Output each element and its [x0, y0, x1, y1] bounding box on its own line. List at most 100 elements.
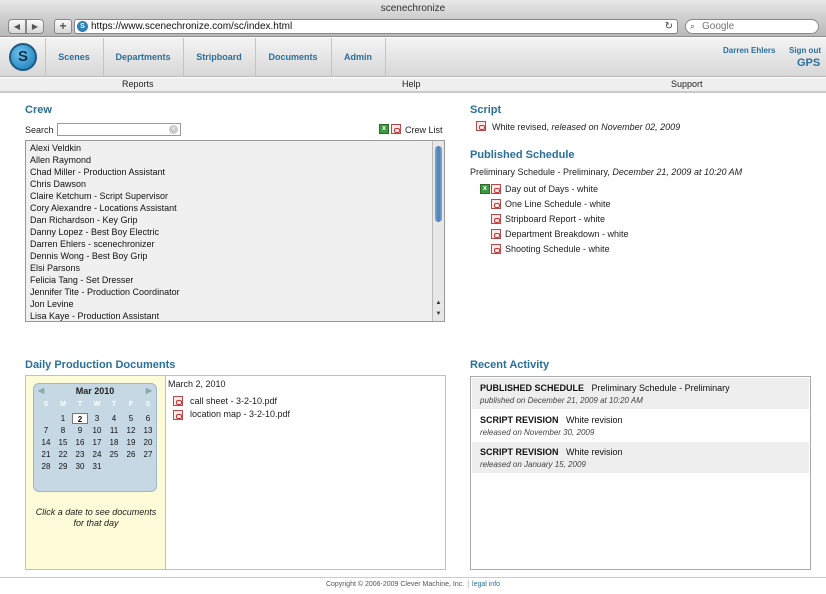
activity-item[interactable]: SCRIPT REVISION White revision released … — [472, 410, 809, 441]
sign-out-link[interactable]: Sign out — [789, 46, 821, 55]
calendar-day[interactable]: 24 — [89, 449, 105, 460]
list-item[interactable]: Jennifer Tite - Production Coordinator — [30, 287, 180, 297]
crew-list-link[interactable]: Crew List — [405, 125, 443, 135]
calendar-day[interactable]: 15 — [55, 437, 71, 448]
list-item[interactable]: Lisa Kaye - Production Assistant — [30, 311, 159, 321]
pdf-icon[interactable] — [491, 184, 501, 194]
activity-item[interactable]: SCRIPT REVISION White revision released … — [472, 442, 809, 473]
calendar-day[interactable]: 10 — [89, 425, 105, 436]
tab-admin[interactable]: Admin — [331, 44, 385, 71]
calendar-day[interactable]: 19 — [123, 437, 139, 448]
list-item[interactable]: Felicia Tang - Set Dresser — [30, 275, 133, 285]
list-item[interactable]: Allen Raymond — [30, 155, 91, 165]
add-bookmark-button[interactable]: + — [54, 19, 72, 34]
calendar-day[interactable]: 20 — [140, 437, 156, 448]
script-document[interactable]: White revised, released on November 02, … — [492, 122, 680, 132]
calendar-day[interactable]: 16 — [72, 437, 88, 448]
calendar-day[interactable]: 17 — [89, 437, 105, 448]
scenechronize-logo[interactable]: S — [9, 43, 37, 71]
schedule-name: Preliminary Schedule - Preliminary, Dece… — [470, 167, 742, 177]
tab-departments[interactable]: Departments — [103, 44, 183, 71]
list-item[interactable]: Claire Ketchum - Script Supervisor — [30, 191, 168, 201]
pdf-icon[interactable] — [491, 214, 501, 224]
report-link[interactable]: Shooting Schedule - white — [505, 244, 610, 254]
excel-export-icon[interactable]: x — [379, 124, 389, 134]
pdf-export-icon[interactable] — [391, 124, 401, 134]
reload-icon[interactable]: ↻ — [665, 20, 673, 33]
tab-documents[interactable]: Documents — [255, 44, 331, 71]
calendar-day[interactable]: 25 — [106, 449, 122, 460]
list-item[interactable]: Alexi Veldkin — [30, 143, 81, 153]
support-link[interactable]: Support — [671, 79, 703, 89]
calendar-day[interactable]: 26 — [123, 449, 139, 460]
calendar-day[interactable]: 18 — [106, 437, 122, 448]
calendar-day[interactable]: 8 — [55, 425, 71, 436]
calendar-day[interactable]: 13 — [140, 425, 156, 436]
calendar-day[interactable]: 9 — [72, 425, 88, 436]
tab-scenes[interactable]: Scenes — [45, 44, 103, 71]
report-link[interactable]: Day out of Days - white — [505, 184, 598, 194]
prev-month-icon[interactable]: ◀ — [38, 386, 44, 395]
report-link[interactable]: Department Breakdown - white — [505, 229, 629, 239]
pdf-icon[interactable] — [491, 229, 501, 239]
legal-info-link[interactable]: legal info — [472, 581, 500, 588]
list-item[interactable]: Darren Ehlers - scenechronizer — [30, 239, 155, 249]
tab-stripboard[interactable]: Stripboard — [183, 44, 255, 71]
list-item[interactable]: Chad Miller - Production Assistant — [30, 167, 165, 177]
calendar-day[interactable]: 28 — [38, 461, 54, 472]
list-item[interactable]: Cory Alexandre - Locations Assistant — [30, 203, 177, 213]
calendar-day-selected[interactable]: 2 — [72, 413, 88, 424]
scroll-up-arrow-icon[interactable]: ▲ — [434, 299, 443, 308]
report-link[interactable]: One Line Schedule - white — [505, 199, 611, 209]
crew-list[interactable]: Alexi Veldkin Allen Raymond Chad Miller … — [25, 140, 445, 322]
clear-search-icon[interactable]: × — [169, 125, 178, 134]
report-link[interactable]: Stripboard Report - white — [505, 214, 605, 224]
pdf-icon[interactable] — [491, 244, 501, 254]
calendar-day[interactable]: 23 — [72, 449, 88, 460]
calendar-day[interactable]: 14 — [38, 437, 54, 448]
calendar-day[interactable]: 12 — [123, 425, 139, 436]
calendar-day[interactable]: 27 — [140, 449, 156, 460]
list-item[interactable]: Dan Richardson - Key Grip — [30, 215, 138, 225]
daily-file-link[interactable]: call sheet - 3-2-10.pdf — [190, 396, 277, 406]
pdf-icon[interactable] — [491, 199, 501, 209]
forward-button[interactable]: ▶ — [26, 19, 44, 34]
pdf-icon[interactable] — [173, 410, 183, 420]
excel-icon[interactable]: x — [480, 184, 490, 194]
browser-search-input[interactable] — [702, 21, 812, 32]
activity-item[interactable]: PUBLISHED SCHEDULE Preliminary Schedule … — [472, 378, 809, 409]
scrollbar-thumb[interactable] — [435, 146, 442, 222]
calendar-day[interactable]: 3 — [89, 413, 105, 424]
list-item[interactable]: Jon Levine — [30, 299, 74, 309]
calendar-day[interactable]: 21 — [38, 449, 54, 460]
daily-file-link[interactable]: location map - 3-2-10.pdf — [190, 409, 290, 419]
calendar-day[interactable]: 4 — [106, 413, 122, 424]
script-doc-name: White revised, — [492, 122, 552, 132]
reports-link[interactable]: Reports — [122, 79, 154, 89]
scroll-down-arrow-icon[interactable]: ▼ — [434, 310, 443, 319]
list-item[interactable]: Danny Lopez - Best Boy Electric — [30, 227, 159, 237]
crew-list-scrollbar[interactable]: ▲ ▼ — [432, 141, 444, 321]
browser-search-box[interactable]: ⌕ — [685, 19, 819, 34]
calendar-day[interactable]: 29 — [55, 461, 71, 472]
address-bar[interactable]: S https://www.scenechronize.com/sc/index… — [74, 19, 678, 34]
user-name[interactable]: Darren Ehlers — [723, 46, 775, 55]
url-text[interactable]: https://www.scenechronize.com/sc/index.h… — [91, 20, 292, 33]
calendar-day[interactable]: 7 — [38, 425, 54, 436]
list-item[interactable]: Dennis Wong - Best Boy Grip — [30, 251, 147, 261]
calendar-day[interactable]: 22 — [55, 449, 71, 460]
back-button[interactable]: ◀ — [8, 19, 26, 34]
pdf-icon[interactable] — [173, 396, 183, 406]
calendar-day[interactable]: 1 — [55, 413, 71, 424]
help-link[interactable]: Help — [402, 79, 421, 89]
list-item[interactable]: Chris Dawson — [30, 179, 86, 189]
crew-search-input[interactable]: × — [57, 123, 181, 136]
list-item[interactable]: Elsi Parsons — [30, 263, 80, 273]
calendar-day[interactable]: 30 — [72, 461, 88, 472]
pdf-icon[interactable] — [476, 121, 486, 131]
calendar-day[interactable]: 5 — [123, 413, 139, 424]
calendar-day[interactable]: 31 — [89, 461, 105, 472]
next-month-icon[interactable]: ▶ — [146, 386, 152, 395]
calendar-day[interactable]: 11 — [106, 425, 122, 436]
calendar-day[interactable]: 6 — [140, 413, 156, 424]
